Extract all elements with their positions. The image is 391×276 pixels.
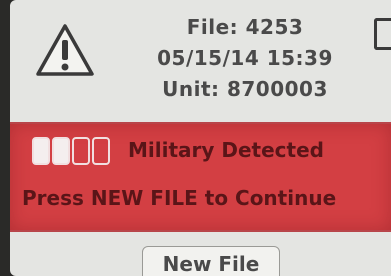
confidence-indicator bbox=[32, 137, 110, 165]
alert-instruction: Press NEW FILE to Continue bbox=[22, 186, 337, 210]
confidence-segment bbox=[32, 137, 50, 165]
alert-title: Military Detected bbox=[128, 138, 324, 162]
new-file-button[interactable]: New File bbox=[142, 246, 280, 276]
file-number: File: 4253 bbox=[186, 15, 304, 39]
warning-triangle-icon bbox=[36, 24, 94, 76]
alert-banner: Military Detected Press NEW FILE to Cont… bbox=[10, 122, 391, 232]
device-screen: File: 4253 05/15/14 15:39 Unit: 8700003 … bbox=[10, 0, 391, 276]
battery-icon bbox=[374, 18, 391, 50]
file-info: File: 4253 05/15/14 15:39 Unit: 8700003 bbox=[120, 12, 370, 105]
confidence-segment bbox=[72, 137, 90, 165]
unit-number: Unit: 8700003 bbox=[162, 77, 328, 101]
confidence-segment bbox=[52, 137, 70, 165]
timestamp: 05/15/14 15:39 bbox=[157, 46, 333, 70]
confidence-segment bbox=[92, 137, 110, 165]
